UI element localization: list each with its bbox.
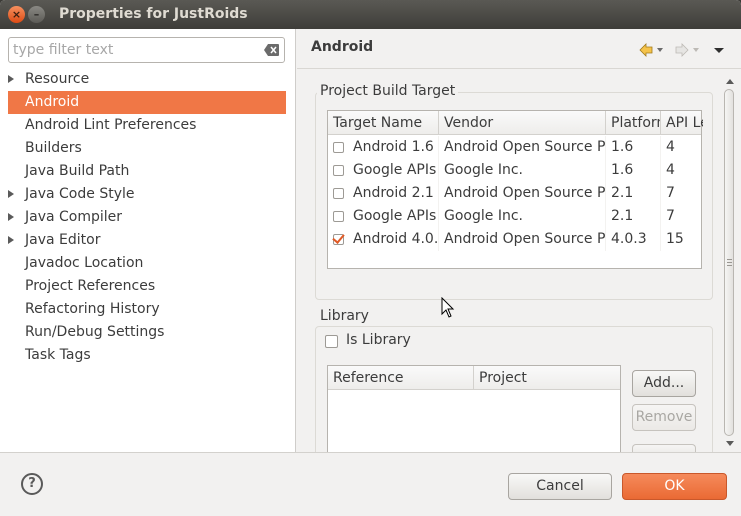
scroll-up-icon[interactable] <box>726 79 734 84</box>
cell-api: 15 <box>661 228 703 251</box>
is-library-label[interactable]: Is Library <box>346 332 411 348</box>
cell-platform: 2.1 <box>606 182 661 205</box>
table-row[interactable]: Android 2.1Android Open Source Project2.… <box>328 182 703 205</box>
tree-item-android-lint-preferences[interactable]: Android Lint Preferences <box>0 114 295 137</box>
category-tree: Resource Android Android Lint Preferences B… <box>0 68 295 367</box>
remove-library-button: Remove <box>632 404 696 431</box>
expand-arrow-icon[interactable] <box>8 190 14 198</box>
cell-name: Android 4.0.3 <box>328 228 439 251</box>
column-platform[interactable]: Platform <box>606 111 661 135</box>
tree-item-java-build-path[interactable]: Java Build Path <box>0 160 295 183</box>
cell-platform: 1.6 <box>606 159 661 182</box>
library-table-header: Reference Project <box>328 366 620 390</box>
tree-item-builders[interactable]: Builders <box>0 137 295 160</box>
tree-item-label: Run/Debug Settings <box>25 324 165 340</box>
properties-page: Android Project Build Target Target Name… <box>297 29 741 466</box>
column-target-name[interactable]: Target Name <box>328 111 439 135</box>
mouse-cursor-icon <box>441 297 455 318</box>
is-library-checkbox[interactable] <box>325 335 338 348</box>
tree-item-label: Java Build Path <box>25 163 130 179</box>
cell-vendor: Google Inc. <box>439 205 606 228</box>
view-menu-icon[interactable] <box>713 43 725 57</box>
page-scrollbar[interactable] <box>724 75 736 450</box>
tree-item-label: Android Lint Preferences <box>25 117 197 133</box>
table-row[interactable]: Google APIs Google Inc. 1.6 4 <box>328 159 703 182</box>
tree-item-resource[interactable]: Resource <box>0 68 295 91</box>
page-title: Android <box>311 39 374 55</box>
help-icon[interactable]: ? <box>21 473 43 495</box>
filter-input[interactable] <box>13 41 258 59</box>
button-bar: ? Cancel OK <box>0 452 741 516</box>
tree-item-label: Project References <box>25 278 156 294</box>
tree-item-java-editor[interactable]: Java Editor <box>0 229 295 252</box>
cell-name: Android 1.6 <box>328 136 439 159</box>
minimize-window-button[interactable]: – <box>28 6 45 23</box>
tree-item-label: Javadoc Location <box>25 255 144 271</box>
cancel-button[interactable]: Cancel <box>508 473 612 500</box>
tree-item-label: Java Compiler <box>25 209 123 225</box>
tree-item-refactoring-history[interactable]: Refactoring History <box>0 298 295 321</box>
tree-item-label: Task Tags <box>25 347 91 363</box>
column-project[interactable]: Project <box>474 366 622 390</box>
build-target-label: Project Build Target <box>317 83 459 99</box>
scroll-down-icon[interactable] <box>726 441 734 446</box>
column-reference[interactable]: Reference <box>328 366 474 390</box>
window-title: Properties for JustRoids <box>59 6 248 22</box>
tree-item-java-compiler[interactable]: Java Compiler <box>0 206 295 229</box>
tree-item-label: Resource <box>25 71 90 87</box>
close-window-button[interactable]: × <box>8 6 25 23</box>
scroll-thumb[interactable] <box>724 89 734 436</box>
filter-box[interactable] <box>8 37 285 63</box>
category-pane: Resource Android Android Lint Preferences B… <box>0 29 296 452</box>
add-library-button[interactable]: Add... <box>632 370 696 397</box>
tree-item-label: Java Editor <box>25 232 101 248</box>
cell-api: 4 <box>661 159 703 182</box>
tree-item-label: Refactoring History <box>25 301 160 317</box>
expand-arrow-icon[interactable] <box>8 236 14 244</box>
table-row[interactable]: Google APIs Google Inc. 2.1 7 <box>328 205 703 228</box>
library-label: Library <box>317 308 372 324</box>
properties-dialog: × – Properties for JustRoids Resource And… <box>0 0 741 516</box>
cell-vendor: Google Inc. <box>439 159 606 182</box>
title-bar[interactable]: × – Properties for JustRoids <box>0 0 741 29</box>
cell-platform: 2.1 <box>606 205 661 228</box>
cell-vendor: Android Open Source Project <box>439 136 606 159</box>
cell-vendor: Android Open Source Project <box>439 228 606 251</box>
library-table[interactable]: Reference Project <box>327 365 621 455</box>
cell-api: 7 <box>661 182 703 205</box>
cell-name: Android 2.1 <box>328 182 439 205</box>
tree-item-task-tags[interactable]: Task Tags <box>0 344 295 367</box>
cell-platform: 1.6 <box>606 136 661 159</box>
tree-item-project-references[interactable]: Project References <box>0 275 295 298</box>
ok-button[interactable]: OK <box>622 473 727 500</box>
build-target-table-header: Target Name Vendor Platform API Level <box>328 111 703 135</box>
tree-item-javadoc-location[interactable]: Javadoc Location <box>0 252 295 275</box>
column-vendor[interactable]: Vendor <box>439 111 606 135</box>
tree-item-android[interactable]: Android <box>8 91 286 114</box>
cell-api: 7 <box>661 205 703 228</box>
tree-item-label: Java Code Style <box>25 186 135 202</box>
column-api-level[interactable]: API Level <box>661 111 703 135</box>
cell-name: Google APIs <box>328 159 439 182</box>
cell-platform: 4.0.3 <box>606 228 661 251</box>
header-separator <box>297 68 741 69</box>
tree-item-run-debug-settings[interactable]: Run/Debug Settings <box>0 321 295 344</box>
forward-arrow-icon <box>675 43 699 57</box>
cell-name: Google APIs <box>328 205 439 228</box>
tree-item-label: Android <box>25 94 80 110</box>
build-target-table[interactable]: Target Name Vendor Platform API Level An… <box>327 110 703 269</box>
expand-arrow-icon[interactable] <box>8 75 14 83</box>
table-row[interactable]: Android 1.6Android Open Source Project1.… <box>328 136 703 159</box>
clear-filter-icon[interactable] <box>264 43 280 57</box>
table-row[interactable]: Android 4.0.3Android Open Source Project… <box>328 228 703 251</box>
expand-arrow-icon[interactable] <box>8 213 14 221</box>
tree-item-java-code-style[interactable]: Java Code Style <box>0 183 295 206</box>
back-arrow-icon[interactable] <box>639 43 667 57</box>
cell-api: 4 <box>661 136 703 159</box>
cell-vendor: Android Open Source Project <box>439 182 606 205</box>
tree-item-label: Builders <box>25 140 82 156</box>
